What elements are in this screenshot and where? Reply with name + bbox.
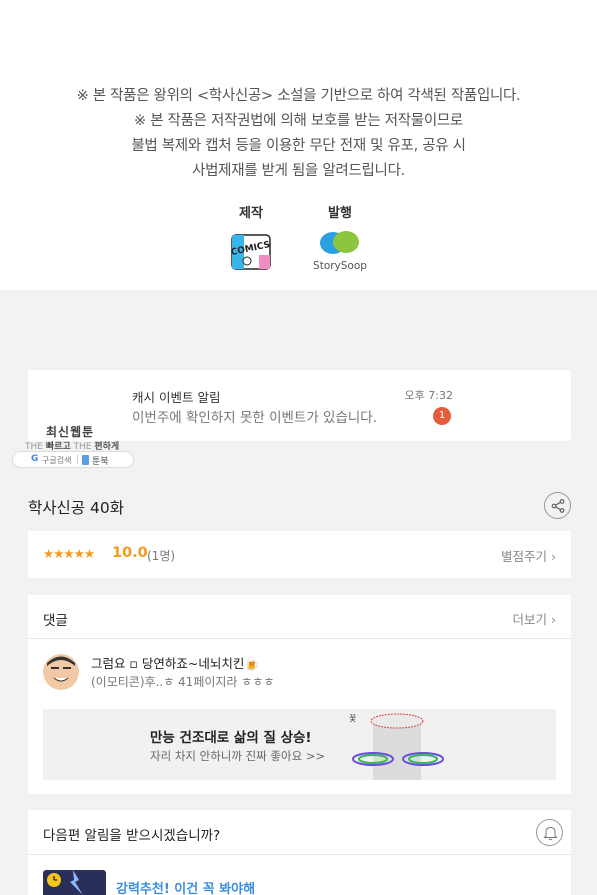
site-brand-widget[interactable]: 최신웹툰 THE 빠르고 THE 편하게 G 구글검색 툰북 bbox=[12, 422, 134, 468]
drying-rack-image: 꽃 bbox=[349, 713, 444, 780]
rating-count: (1명) bbox=[147, 549, 176, 563]
ad-subline: 자리 차지 안하니까 진짜 좋아요 >> bbox=[150, 749, 326, 763]
recommended-thumbnail[interactable] bbox=[43, 870, 106, 895]
copyright-notice: ※ 본 작품은 왕위의 <학사신공> 소설을 기반으로 하여 각색된 작품입니다… bbox=[0, 0, 597, 290]
publisher-credit: 발행 StorySoop bbox=[300, 202, 380, 273]
site-title: 최신웹툰 bbox=[46, 425, 95, 439]
rate-button[interactable]: 별점주기 › bbox=[501, 546, 556, 565]
pill-divider bbox=[77, 455, 78, 464]
notification-badge: 1 bbox=[433, 407, 451, 425]
recommended-image bbox=[43, 870, 106, 895]
subscribe-alert-button[interactable] bbox=[536, 819, 563, 846]
alert-title: 다음편 알림을 받으시겠습니까? bbox=[43, 828, 221, 844]
notification-message: 이번주에 확인하지 못한 이벤트가 있습니다. bbox=[132, 410, 378, 426]
notice-line-2: ※ 본 작품은 저작권법에 의해 보호를 받는 저작물이므로 bbox=[134, 113, 463, 129]
google-icon[interactable]: G bbox=[31, 454, 38, 464]
notice-text: ※ 본 작품은 왕위의 <학사신공> 소설을 기반으로 하여 각색된 작품입니다… bbox=[0, 84, 597, 184]
star-rating: ★★★★★ bbox=[43, 546, 95, 561]
episode-header: 학사신공 40화 bbox=[28, 490, 571, 522]
comments-section: 댓글 더보기 › 그럼요 ▫ 당연하죠~네뇌치킨🍺 (이모티콘)후..ㅎ 41페… bbox=[28, 595, 571, 794]
quick-links-pill[interactable]: G 구글검색 툰북 bbox=[12, 451, 134, 468]
recommended-title[interactable]: 강력추천! 이건 꼭 봐야해 bbox=[116, 878, 255, 895]
publisher-label: 발행 bbox=[328, 206, 352, 221]
share-button[interactable] bbox=[544, 492, 571, 519]
notification-time: 오후 7:32 bbox=[404, 389, 453, 402]
comment-author: 그럼요 ▫ 당연하죠~네뇌치킨🍺 bbox=[91, 656, 260, 671]
rating-bar: ★★★★★ 10.0 (1명) 별점주기 › bbox=[28, 531, 571, 578]
toonbook-label[interactable]: 툰북 bbox=[92, 454, 109, 467]
maker-credit: 제작 COMICS bbox=[211, 202, 291, 273]
episode-title: 학사신공 40화 bbox=[28, 499, 124, 517]
rating-score: 10.0 bbox=[112, 545, 148, 561]
comics-logo: COMICS bbox=[230, 234, 271, 270]
ad-headline: 만능 건조대로 삶의 질 상승! bbox=[150, 730, 312, 746]
bell-icon bbox=[543, 826, 558, 841]
comments-header: 댓글 더보기 › bbox=[28, 595, 571, 639]
comments-title: 댓글 bbox=[43, 613, 68, 629]
ad-banner[interactable]: 만능 건조대로 삶의 질 상승! 자리 차지 안하니까 진짜 좋아요 >> 꽃 bbox=[43, 709, 556, 780]
avatar bbox=[43, 654, 79, 690]
bookmark-icon[interactable] bbox=[82, 455, 89, 465]
storysoop-logo: StorySoop bbox=[313, 231, 367, 272]
comment-text: (이모티콘)후..ㅎ 41페이지라 ㅎㅎㅎ bbox=[91, 675, 275, 689]
storysoop-logo-text: StorySoop bbox=[313, 260, 367, 272]
notice-line-4: 사법제재를 받게 됨을 알려드립니다. bbox=[192, 163, 405, 179]
share-icon bbox=[551, 499, 565, 513]
google-search-label[interactable]: 구글검색 bbox=[42, 455, 71, 466]
notification-title: 캐시 이벤트 알림 bbox=[132, 390, 221, 405]
credits: 제작 COMICS 발행 StorySoop bbox=[0, 202, 597, 282]
comments-more-button[interactable]: 더보기 › bbox=[513, 609, 556, 628]
notice-line-3: 불법 복제와 캡처 등을 이용한 무단 전재 및 유포, 공유 시 bbox=[131, 138, 466, 154]
svg-text:꽃: 꽃 bbox=[349, 714, 356, 723]
maker-label: 제작 bbox=[239, 206, 263, 221]
next-episode-alert: 다음편 알림을 받으시겠습니까? 강력추천! 이건 꼭 봐야해 bbox=[28, 810, 571, 895]
notice-line-1: ※ 본 작품은 왕위의 <학사신공> 소설을 기반으로 하여 각색된 작품입니다… bbox=[76, 88, 521, 104]
alert-header: 다음편 알림을 받으시겠습니까? bbox=[28, 810, 571, 855]
